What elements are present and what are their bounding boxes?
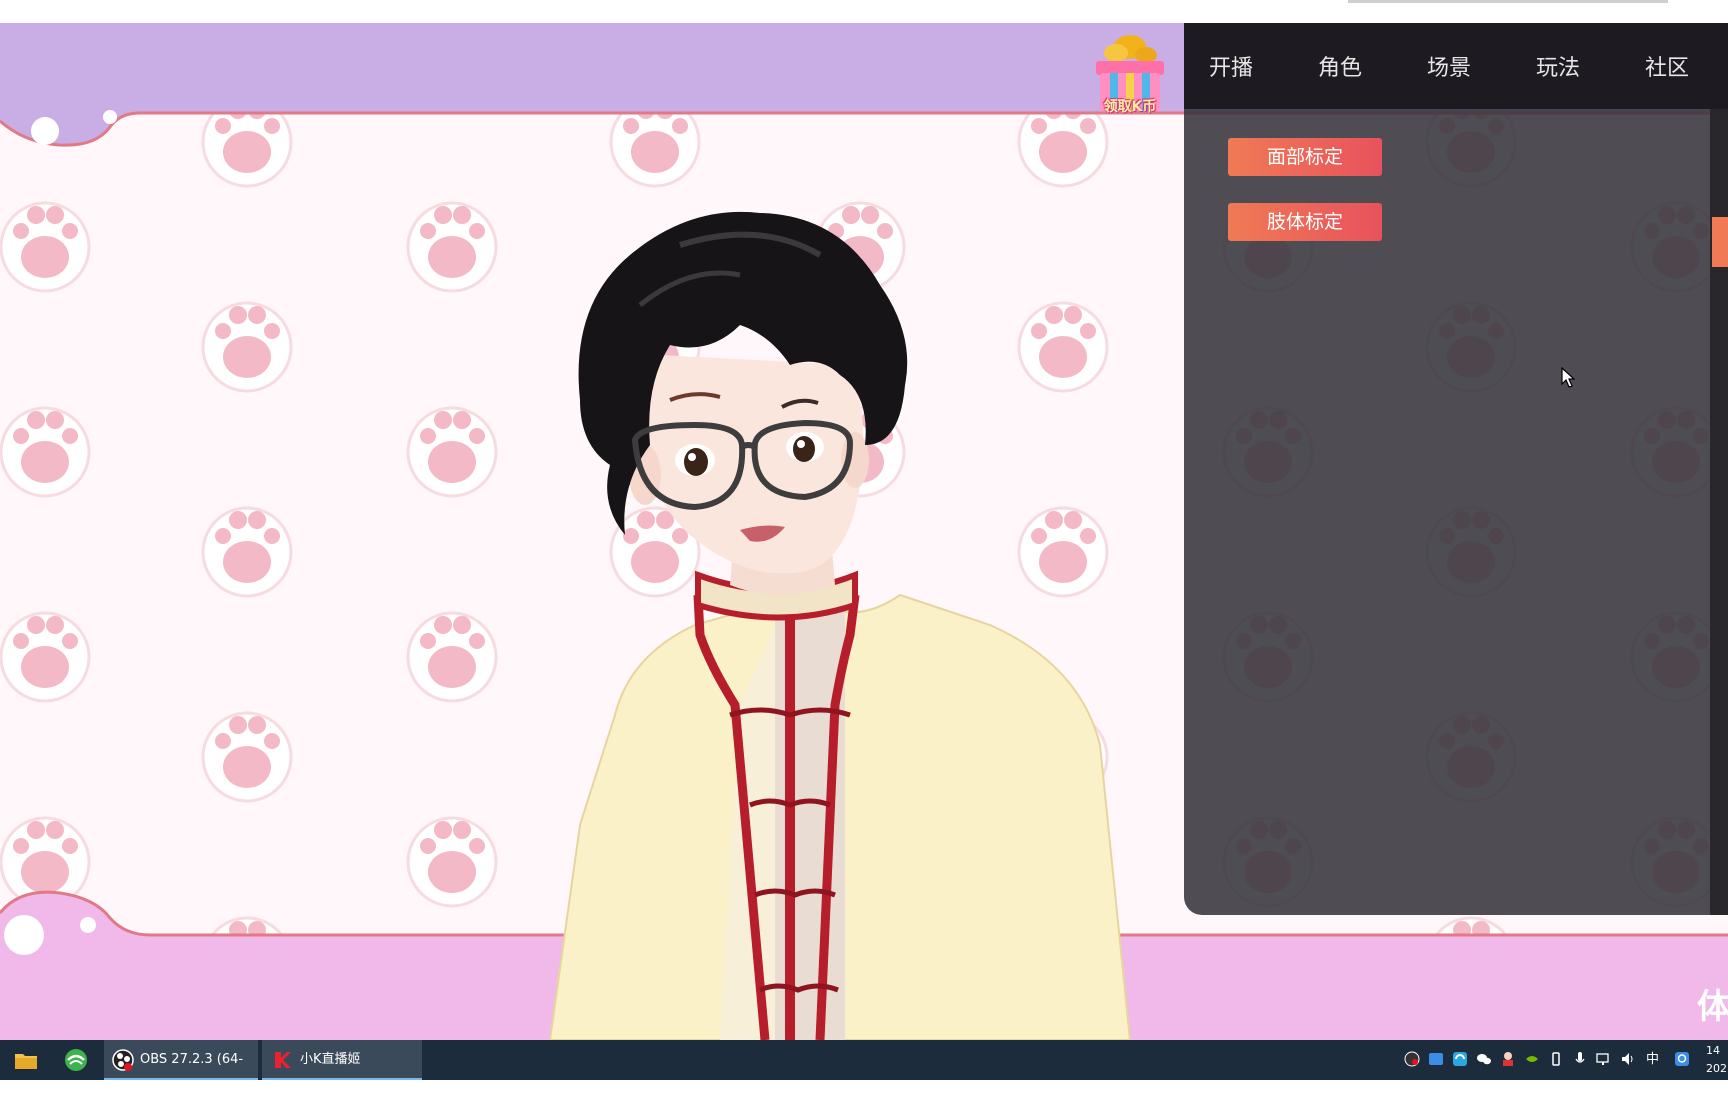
calibration-panel: 面部标定 肢体标定 xyxy=(1184,109,1728,915)
usb-icon[interactable] xyxy=(1548,1051,1564,1067)
paw-print xyxy=(201,301,293,393)
paw-print xyxy=(0,201,91,293)
obs-icon xyxy=(112,1049,134,1071)
vtuber-avatar xyxy=(548,211,1132,1040)
microphone-icon[interactable] xyxy=(1572,1051,1588,1067)
paw-print xyxy=(201,506,293,598)
side-text: 体 xyxy=(1697,987,1728,1027)
network-icon[interactable] xyxy=(1596,1051,1612,1067)
volume-icon[interactable] xyxy=(1620,1051,1636,1067)
nav-tab-scene[interactable]: 场景 xyxy=(1427,50,1471,82)
paw-print xyxy=(406,611,498,703)
sync-icon[interactable] xyxy=(1452,1051,1468,1067)
taskbar-app-xiaok[interactable]: 小K直播姬 xyxy=(262,1040,422,1080)
nav-tab-community[interactable]: 社区 xyxy=(1645,50,1689,82)
top-strip xyxy=(0,0,1728,23)
search-tray-icon[interactable] xyxy=(1674,1051,1690,1067)
taskbar-app-obs[interactable]: OBS 27.2.3 (64-bi... xyxy=(104,1040,258,1107)
taskbar-clock[interactable]: 14 202 xyxy=(1706,1042,1727,1078)
wechat-icon[interactable] xyxy=(1476,1051,1492,1067)
paw-print xyxy=(0,406,91,498)
gift-label[interactable]: 领取K币 xyxy=(1092,96,1168,116)
ime-indicator[interactable]: 中 xyxy=(1646,1040,1659,1080)
nav-tab-broadcast[interactable]: 开播 xyxy=(1209,50,1253,82)
clock-date: 202 xyxy=(1706,1062,1727,1075)
taskbar: OBS 27.2.3 (64-bi... 小K直播姬 中 14 202 xyxy=(0,1040,1728,1107)
mouse-pointer-icon xyxy=(1561,367,1575,388)
paw-print xyxy=(406,406,498,498)
obs-tray-icon[interactable] xyxy=(1404,1051,1420,1067)
paw-print xyxy=(201,711,293,803)
taskbar-app-label: 小K直播姬 xyxy=(300,1052,361,1067)
panel-nav-bar: 开播 角色 场景 玩法 社区 xyxy=(1184,23,1728,109)
panel-scroll-edge[interactable] xyxy=(1710,109,1728,915)
nav-tab-gameplay[interactable]: 玩法 xyxy=(1536,50,1580,82)
tray-app-icon[interactable] xyxy=(1428,1051,1444,1067)
xiaok-icon xyxy=(275,1052,291,1068)
body-calibration-button[interactable]: 肢体标定 xyxy=(1228,203,1382,241)
panel-edge-accent xyxy=(1712,217,1728,267)
paw-print xyxy=(0,611,91,703)
tray-avatar-icon[interactable] xyxy=(1500,1051,1516,1067)
clock-time: 14 xyxy=(1706,1044,1720,1057)
nav-tab-character[interactable]: 角色 xyxy=(1318,50,1362,82)
nvidia-icon[interactable] xyxy=(1524,1051,1540,1067)
file-explorer-icon[interactable] xyxy=(12,1046,40,1074)
browser-icon[interactable] xyxy=(62,1046,90,1074)
face-calibration-button[interactable]: 面部标定 xyxy=(1228,138,1382,176)
taskbar-app-label: OBS 27.2.3 (64-bi... xyxy=(140,1052,244,1107)
paw-print xyxy=(406,201,498,293)
